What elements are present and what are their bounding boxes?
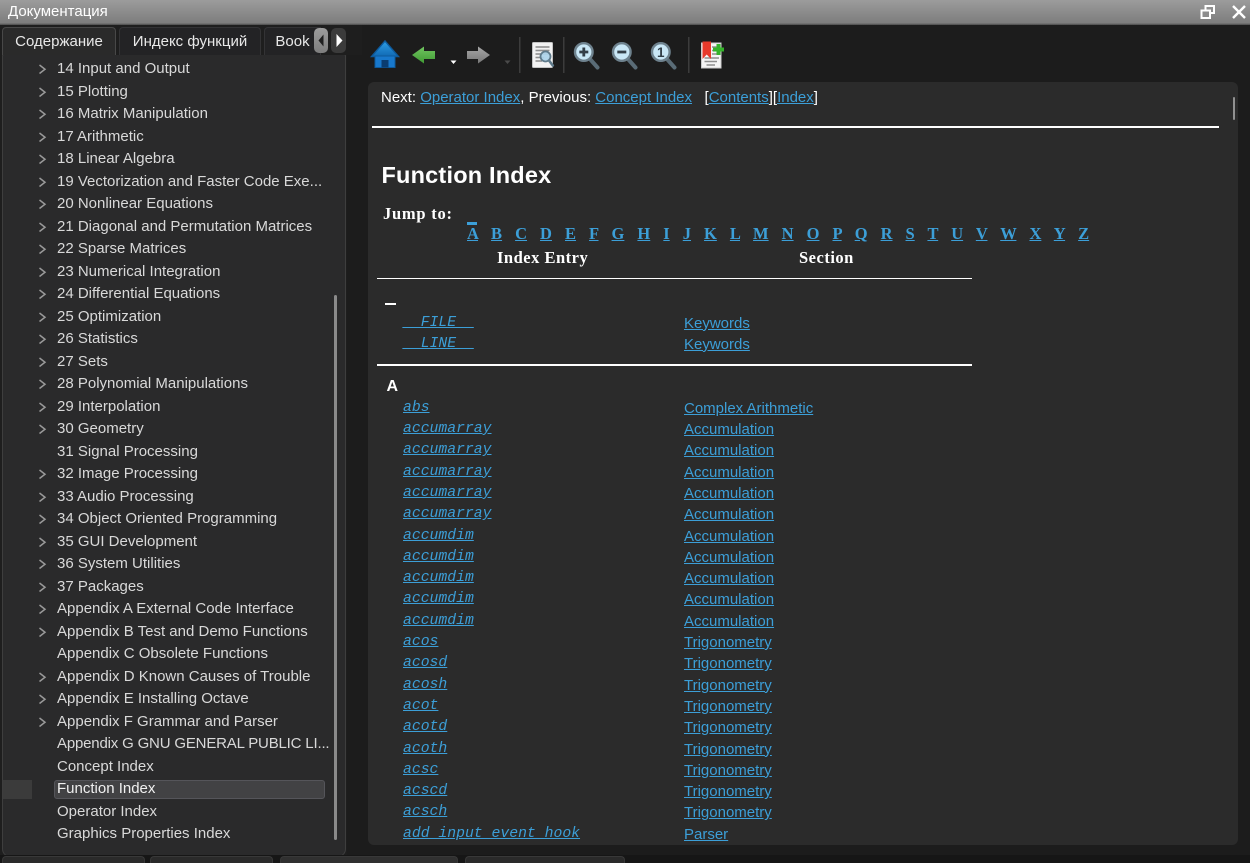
svg-text:1: 1 [657,45,665,60]
